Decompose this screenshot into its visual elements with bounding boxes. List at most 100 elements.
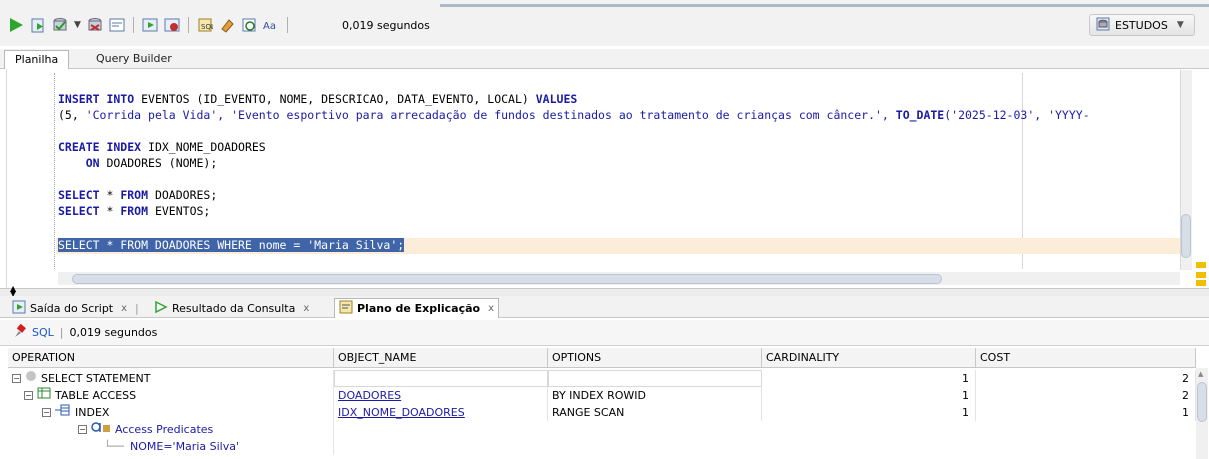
- tab-query-builder[interactable]: Query Builder: [86, 50, 182, 69]
- panel-splitter[interactable]: ▲ ▼: [0, 285, 1209, 298]
- options-cell[interactable]: BY INDEX ROWID: [548, 387, 762, 404]
- sql-history-icon[interactable]: SQL: [197, 17, 215, 33]
- code-token: EVENTOS;: [154, 204, 211, 218]
- cardinality-cell[interactable]: 1: [762, 370, 976, 387]
- tab-label: Resultado da Consulta: [172, 301, 296, 315]
- gutter-divider: [54, 73, 55, 269]
- code-line[interactable]: ON DOADORES (NOME);: [58, 156, 218, 170]
- operation-label: Access Predicates: [115, 423, 214, 436]
- tab-query-result[interactable]: Resultado da Consulta x: [150, 298, 313, 318]
- pin-icon[interactable]: [12, 323, 26, 341]
- results-tabs: Saída do Script x | Resultado da Consult…: [0, 296, 1209, 318]
- options-cell[interactable]: [548, 370, 762, 387]
- code-token: 'Corrida pela Vida', 'Evento esportivo p…: [85, 108, 896, 122]
- code-token: IDX_NOME_DOADORES: [148, 140, 266, 154]
- code-token: DOADORES;: [154, 188, 218, 202]
- clear-eraser-icon[interactable]: [219, 17, 235, 33]
- cardinality-cell[interactable]: 1: [762, 387, 976, 404]
- table-row[interactable]: └── NOME='Maria Silva': [100, 438, 334, 455]
- sql-tuning-icon[interactable]: [164, 17, 180, 33]
- code-token: FROM: [120, 204, 155, 218]
- table-row[interactable]: − INDEX: [38, 404, 334, 421]
- tree-collapse-icon[interactable]: −: [12, 374, 21, 383]
- translate-icon[interactable]: Aa: [263, 17, 279, 33]
- close-icon[interactable]: x: [121, 303, 127, 314]
- database-icon: [1096, 17, 1110, 34]
- run-script-icon[interactable]: [30, 17, 46, 33]
- cost-cell[interactable]: 2: [976, 387, 1196, 404]
- rollback-icon[interactable]: [87, 17, 103, 33]
- run-statement-icon[interactable]: [8, 17, 24, 33]
- autotrace-icon[interactable]: [142, 17, 158, 33]
- code-line[interactable]: SELECT * FROM EVENTOS;: [58, 204, 210, 218]
- toolbar-separator: [286, 17, 288, 33]
- format-sql-icon[interactable]: [241, 17, 257, 33]
- chevron-down-icon: ▼: [1176, 20, 1184, 30]
- tree-collapse-icon[interactable]: −: [24, 391, 33, 400]
- table-row[interactable]: − Access Predicates: [74, 421, 334, 438]
- query-result-icon: [154, 300, 168, 317]
- column-header-options[interactable]: OPTIONS: [548, 348, 762, 368]
- grid-vertical-scrollbar[interactable]: ▲: [1196, 368, 1208, 459]
- results-subbar: SQL | 0,019 segundos: [0, 320, 1209, 346]
- code-line[interactable]: CREATE INDEX IDX_NOME_DOADORES: [58, 140, 266, 154]
- grid-scroll-thumb[interactable]: [1197, 382, 1207, 422]
- code-line[interactable]: (5, 'Corrida pela Vida', 'Evento esporti…: [58, 108, 1090, 122]
- explain-plan-icon[interactable]: [109, 17, 125, 33]
- operation-label: TABLE ACCESS: [55, 389, 137, 402]
- predicate-text: NOME='Maria Silva': [130, 440, 239, 453]
- overview-marker[interactable]: [1196, 272, 1206, 278]
- cost-cell[interactable]: 1: [976, 404, 1196, 421]
- tab-explain-plan[interactable]: Plano de Explicação x: [334, 298, 500, 318]
- options-cell[interactable]: RANGE SCAN: [548, 404, 762, 421]
- column-header-cost[interactable]: COST: [976, 348, 1196, 368]
- code-line[interactable]: SELECT * FROM DOADORES;: [58, 188, 217, 202]
- column-header-object-name[interactable]: OBJECT_NAME: [334, 348, 548, 368]
- code-token: TO_DATE: [895, 108, 945, 122]
- object-name-link[interactable]: IDX_NOME_DOADORES: [334, 404, 548, 421]
- table-row[interactable]: − TABLE ACCESS: [20, 387, 334, 404]
- sql-link[interactable]: SQL: [32, 326, 54, 339]
- close-icon[interactable]: x: [303, 303, 309, 314]
- editor-horizontal-scroll-thumb[interactable]: [72, 274, 942, 284]
- main-toolbar: ▼ SQL Aa 0,019 segundos ESTUDOS ▼: [0, 0, 1209, 46]
- connection-selector[interactable]: ESTUDOS ▼: [1089, 14, 1195, 36]
- code-token: EVENTOS (ID_EVENTO, NOME, DESCRICAO, DAT…: [141, 92, 536, 106]
- code-line[interactable]: SELECT * FROM DOADORES WHERE nome = 'Mar…: [58, 238, 405, 252]
- table-row[interactable]: − SELECT STATEMENT: [8, 370, 334, 387]
- close-icon[interactable]: x: [488, 303, 494, 314]
- toolbar-separator: [132, 17, 134, 33]
- collapse-arrows-icon[interactable]: ▲ ▼: [10, 285, 16, 298]
- subbar-elapsed: 0,019 segundos: [69, 326, 158, 339]
- code-token: *: [106, 188, 121, 202]
- code-token: FROM: [120, 188, 155, 202]
- tree-collapse-icon[interactable]: −: [78, 425, 87, 434]
- column-header-cardinality[interactable]: CARDINALITY: [762, 348, 976, 368]
- toolbar-separator: [187, 17, 189, 33]
- script-output-icon: [12, 300, 26, 317]
- code-token: VALUES: [535, 92, 578, 106]
- toolbar-accent-line: [440, 4, 1209, 7]
- code-token: SELECT * FROM DOADORES WHERE nome = 'Mar…: [58, 238, 405, 252]
- explain-plan-tab-icon: [339, 300, 353, 317]
- tree-connector: └──: [104, 440, 124, 453]
- cost-cell[interactable]: 2: [976, 370, 1196, 387]
- cardinality-cell[interactable]: 1: [762, 404, 976, 421]
- overview-marker[interactable]: [1196, 262, 1206, 268]
- tree-collapse-icon[interactable]: −: [42, 408, 51, 417]
- tab-label: Plano de Explicação: [357, 302, 481, 315]
- overview-marker[interactable]: [1196, 280, 1206, 286]
- column-header-operation[interactable]: OPERATION: [8, 348, 334, 368]
- code-token: ON: [58, 156, 107, 170]
- object-name-link[interactable]: DOADORES: [334, 387, 548, 404]
- table-icon: [37, 387, 51, 404]
- editor-vertical-scroll-thumb[interactable]: [1181, 214, 1191, 258]
- tab-planilha[interactable]: Planilha: [4, 50, 70, 69]
- commit-icon[interactable]: [52, 17, 68, 33]
- svg-text:Aa: Aa: [263, 21, 276, 32]
- object-name-cell[interactable]: [334, 370, 548, 387]
- scroll-up-icon[interactable]: ▲: [1198, 370, 1203, 378]
- tab-script-output[interactable]: Saída do Script x |: [8, 298, 143, 318]
- code-line[interactable]: INSERT INTO EVENTOS (ID_EVENTO, NOME, DE…: [58, 92, 577, 106]
- dropdown-arrow-icon[interactable]: ▼: [74, 20, 81, 30]
